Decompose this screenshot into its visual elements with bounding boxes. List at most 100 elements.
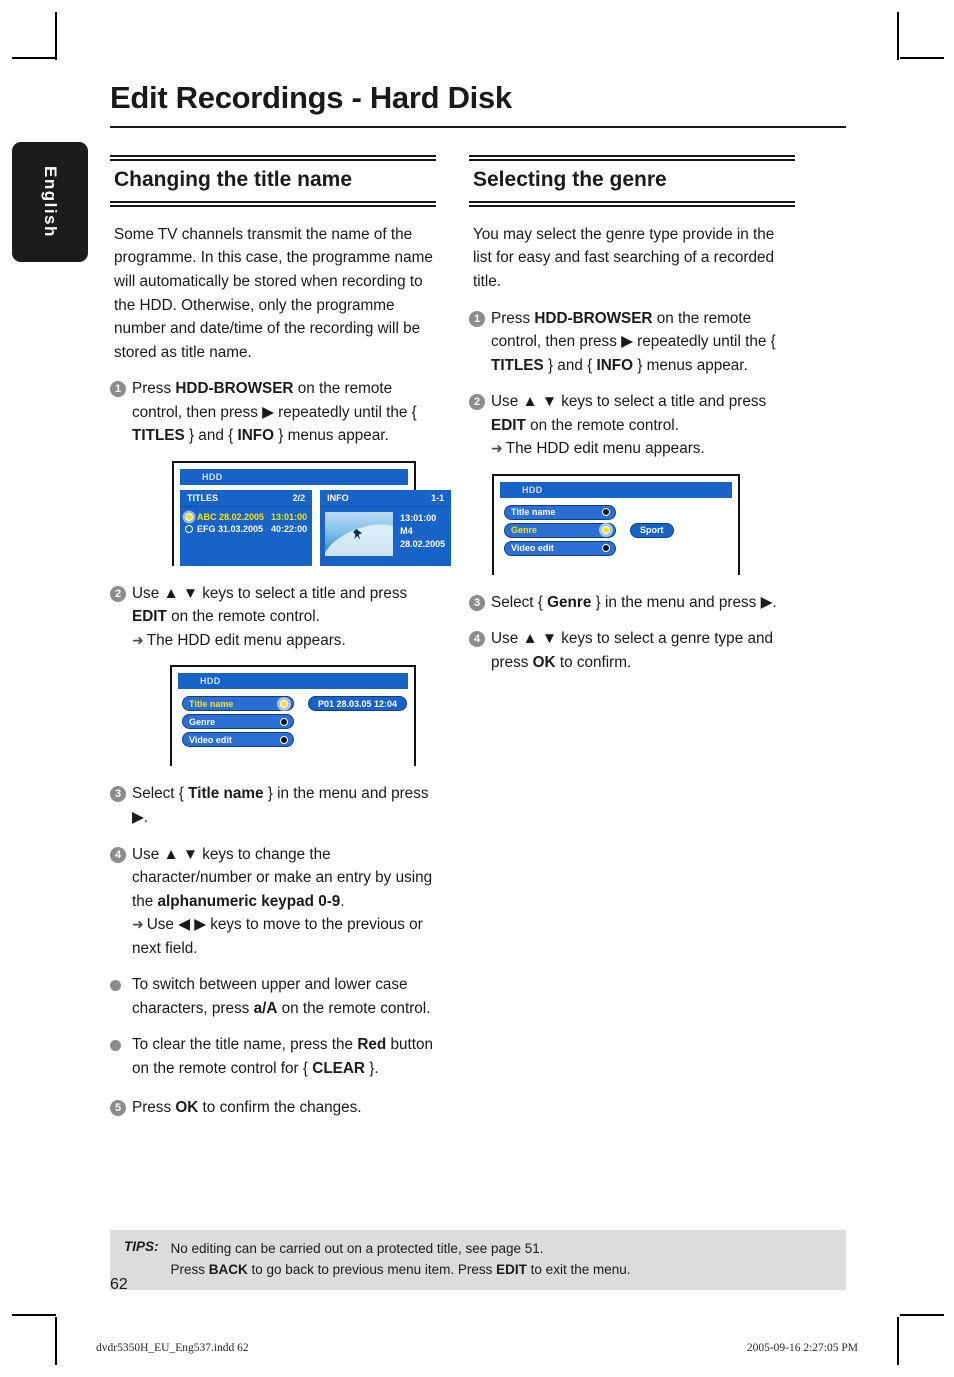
title-time: 13:01:00 bbox=[271, 511, 308, 522]
title-list-item[interactable]: ABC 28.02.2005 13:01:00 bbox=[185, 511, 307, 523]
edit-menu-rows: Title name P01 28.03.05 12:04 Genre Vide… bbox=[178, 689, 408, 766]
step-number-badge: 2 bbox=[469, 394, 485, 411]
screen-header-hdd: HDD bbox=[500, 481, 732, 498]
bullet-text: To switch between upper and lower case c… bbox=[132, 976, 431, 1017]
tips-line-2: Press BACK to go back to previous menu i… bbox=[170, 1261, 631, 1277]
titles-list: ABC 28.02.2005 13:01:00 EFG 31.03.2005 4… bbox=[180, 507, 312, 545]
crop-mark-top-left-horizontal bbox=[12, 57, 56, 59]
menu-item-video-edit[interactable]: Video edit bbox=[182, 732, 294, 748]
left-column: Changing the title name Some TV channels… bbox=[110, 154, 452, 1133]
menu-item-label: Video edit bbox=[511, 543, 554, 554]
step-number-badge: 1 bbox=[469, 310, 485, 327]
tips-lines: No editing can be carried out on a prote… bbox=[171, 1239, 631, 1280]
heading-rule-top bbox=[469, 154, 795, 161]
title-list-item[interactable]: EFG 31.03.2005 40:22:00 bbox=[185, 523, 307, 535]
language-tab: English bbox=[12, 142, 88, 262]
crop-mark-bottom-right-vertical bbox=[897, 1317, 899, 1365]
menu-item-label: Genre bbox=[511, 525, 538, 536]
screen-header-hdd: HDD bbox=[178, 673, 408, 690]
tips-box: TIPS: No editing can be carried out on a… bbox=[110, 1230, 846, 1291]
crop-mark-top-right-horizontal bbox=[900, 57, 944, 59]
info-pane-header: INFO 1-1 bbox=[320, 489, 452, 507]
left-section-heading: Changing the title name bbox=[114, 167, 353, 191]
step-number-badge: 4 bbox=[110, 846, 126, 863]
menu-item-label: Title name bbox=[189, 698, 234, 709]
step-text: Press OK to confirm the changes. bbox=[132, 1099, 362, 1117]
radio-selected-icon bbox=[185, 512, 193, 521]
crop-mark-top-right-vertical bbox=[897, 12, 899, 60]
step-number-badge: 4 bbox=[469, 631, 485, 648]
screen-inner: HDD Title name P01 28.03.05 12:04 Genre bbox=[178, 673, 408, 767]
step-number-badge: 3 bbox=[469, 594, 485, 611]
info-time: 13:01:00 bbox=[400, 512, 437, 523]
step-text: Use ▲ ▼ keys to select a genre type and … bbox=[491, 630, 773, 671]
menu-item-label: Genre bbox=[189, 716, 216, 727]
left-intro-paragraph: Some TV channels transmit the name of th… bbox=[114, 225, 433, 361]
menu-item-video-edit[interactable]: Video edit bbox=[504, 540, 616, 556]
step-main-text: Use ▲ ▼ keys to change the character/num… bbox=[132, 845, 433, 910]
title-time: 40:22:00 bbox=[271, 523, 308, 534]
edit-menu-rows: Title name Genre Sport Video edit bbox=[500, 498, 732, 575]
step-text: Select { Genre } in the menu and press ▶… bbox=[491, 593, 777, 611]
step-sub-text: The HDD edit menu appears. bbox=[505, 440, 705, 458]
info-metadata: 13:01:00 M4 28.02.2005 bbox=[400, 512, 445, 556]
arrow-right-icon: ➜ bbox=[491, 440, 503, 457]
left-step-5: 5 Press OK to confirm the changes. bbox=[110, 1096, 436, 1120]
menu-value-title-name[interactable]: P01 28.03.05 12:04 bbox=[308, 696, 408, 712]
step-sub-text: Use ◀ ▶ keys to move to the previous or … bbox=[132, 916, 423, 957]
knob-icon bbox=[602, 544, 610, 553]
bullet-dot-icon bbox=[110, 980, 121, 992]
heading-rule-bottom bbox=[110, 200, 436, 207]
menu-item-title-name[interactable]: Title name bbox=[504, 504, 616, 520]
menu-value-genre[interactable]: Sport bbox=[630, 522, 674, 538]
screen-inner: HDD Title name Genre Sport Video edit bbox=[500, 481, 732, 575]
info-date: 28.02.2005 bbox=[400, 538, 446, 549]
menu-line: Title name bbox=[504, 504, 732, 520]
menu-item-title-name[interactable]: Title name bbox=[182, 696, 294, 712]
arrow-right-icon: ➜ bbox=[132, 916, 144, 933]
footer-timestamp: 2005-09-16 2:27:05 PM bbox=[746, 1342, 858, 1354]
arrow-right-icon: ➜ bbox=[132, 631, 144, 648]
step-text: Use ▲ ▼ keys to change the character/num… bbox=[132, 843, 436, 961]
info-mode: M4 bbox=[400, 525, 413, 536]
info-pane: INFO 1-1 13:01:00 M4 28.02.2005 bbox=[320, 489, 452, 566]
language-tab-label: English bbox=[41, 166, 60, 238]
step-number-badge: 2 bbox=[110, 585, 126, 602]
video-thumbnail bbox=[325, 511, 394, 556]
menu-line: Genre Sport bbox=[504, 522, 732, 538]
tips-line-1: No editing can be carried out on a prote… bbox=[170, 1241, 544, 1256]
screen-hdd-edit-genre: HDD Title name Genre Sport Video edit bbox=[492, 473, 740, 575]
left-bullet-2: To clear the title name, press the Red b… bbox=[110, 1033, 436, 1080]
menu-item-label: Video edit bbox=[189, 734, 232, 745]
screen-hdd-edit-title-name: HDD Title name P01 28.03.05 12:04 Genre bbox=[170, 665, 416, 767]
left-step-2: 2 Use ▲ ▼ keys to select a title and pre… bbox=[110, 582, 436, 653]
page-content: Edit Recordings - Hard Disk Changing the… bbox=[110, 80, 846, 1133]
titles-pane-header: TITLES 2/2 bbox=[180, 489, 313, 507]
step-text: Select { Title name } in the menu and pr… bbox=[132, 785, 429, 826]
right-section-heading-group: Selecting the genre bbox=[469, 154, 795, 207]
title-name: EFG 31.03.2005 bbox=[197, 523, 264, 534]
crop-mark-bottom-left-horizontal bbox=[12, 1314, 56, 1316]
step-sub-note: ➜ The HDD edit menu appears. bbox=[132, 629, 436, 653]
menu-item-genre[interactable]: Genre bbox=[182, 714, 294, 730]
left-step-4: 4 Use ▲ ▼ keys to change the character/n… bbox=[110, 843, 436, 961]
screen-hdd-browser: HDD TITLES 2/2 ABC 28.02.2005 13:01:00 E… bbox=[172, 460, 452, 566]
bullet-dot-icon bbox=[110, 1040, 121, 1052]
right-step-1: 1 Press HDD-BROWSER on the remote contro… bbox=[469, 307, 795, 378]
menu-item-genre[interactable]: Genre bbox=[504, 522, 616, 538]
page-number: 62 bbox=[110, 1276, 128, 1293]
step-text: Use ▲ ▼ keys to select a title and press… bbox=[491, 390, 795, 461]
step-text: Press HDD-BROWSER on the remote control,… bbox=[132, 380, 417, 445]
titles-pane[interactable]: TITLES 2/2 ABC 28.02.2005 13:01:00 EFG 3… bbox=[180, 489, 313, 566]
right-column: Selecting the genre You may select the g… bbox=[469, 154, 795, 1133]
right-section-heading: Selecting the genre bbox=[473, 167, 667, 191]
crop-mark-top-left-vertical bbox=[55, 12, 57, 60]
screen-panes: TITLES 2/2 ABC 28.02.2005 13:01:00 EFG 3… bbox=[180, 485, 452, 566]
step-sub-text: The HDD edit menu appears. bbox=[146, 631, 346, 649]
info-pane-body: 13:01:00 M4 28.02.2005 bbox=[320, 507, 451, 566]
left-step-3: 3 Select { Title name } in the menu and … bbox=[110, 782, 436, 829]
crop-mark-bottom-left-vertical bbox=[55, 1317, 57, 1365]
screen-header-hdd: HDD bbox=[180, 468, 408, 485]
titles-pane-label: TITLES bbox=[187, 492, 218, 503]
step-sub-note: ➜ Use ◀ ▶ keys to move to the previous or… bbox=[132, 913, 436, 960]
